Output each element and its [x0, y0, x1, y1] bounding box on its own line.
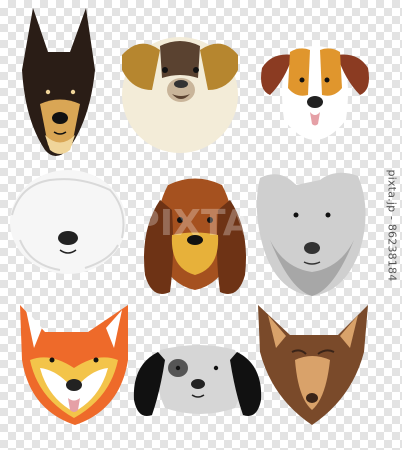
- shiba-face: [20, 305, 128, 425]
- vertical-watermark: pixta.jp - 86238184: [384, 0, 400, 450]
- watermark-text: pixta.jp - 86238184: [385, 169, 399, 281]
- schnauzer-face: [256, 172, 366, 296]
- center-watermark: PIXTA: [133, 203, 250, 244]
- sheepdog-face: [10, 170, 126, 274]
- beagle-face: [261, 46, 369, 140]
- doberman-face: [22, 8, 95, 156]
- dog-faces-illustration: PIXTA: [10, 8, 369, 425]
- chihuahua-face: [258, 305, 368, 425]
- spaniel-face: [133, 345, 262, 416]
- bulldog-face: [122, 37, 238, 153]
